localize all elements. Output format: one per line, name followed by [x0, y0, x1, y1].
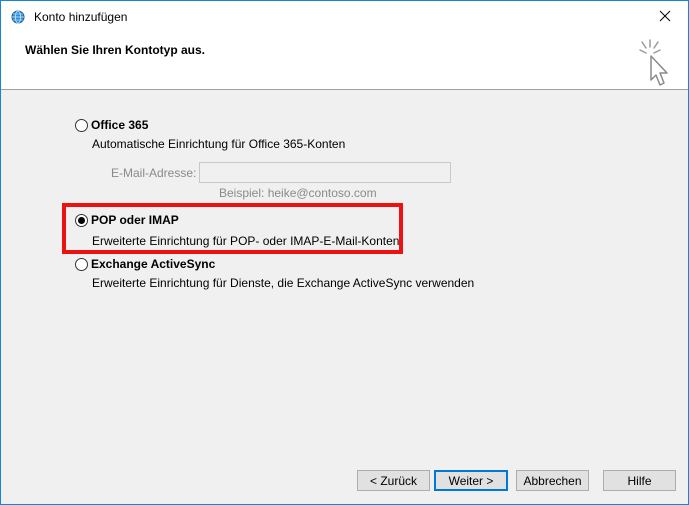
globe-icon	[11, 10, 25, 24]
page-title: Wählen Sie Ihren Kontotyp aus.	[25, 43, 206, 57]
email-example: Beispiel: heike@contoso.com	[219, 186, 377, 200]
option-pop-imap-label[interactable]: POP oder IMAP	[91, 213, 179, 227]
cancel-button[interactable]: Abbrechen	[516, 470, 589, 491]
option-office-365-description: Automatische Einrichtung für Office 365-…	[92, 137, 346, 151]
radio-exchange-activesync[interactable]	[75, 258, 88, 271]
next-button[interactable]: Weiter >	[434, 470, 508, 491]
dialog-window: Konto hinzufügen Wählen Sie Ihren Kontot…	[0, 0, 689, 505]
email-label: E-Mail-Adresse:	[111, 166, 197, 180]
option-office-365-label[interactable]: Office 365	[91, 118, 148, 132]
option-exchange-activesync-description: Erweiterte Einrichtung für Dienste, die …	[92, 276, 475, 290]
wizard-cursor-icon	[634, 38, 674, 88]
close-button[interactable]	[642, 1, 688, 33]
option-pop-imap-description: Erweiterte Einrichtung für POP- oder IMA…	[92, 234, 400, 248]
radio-office-365[interactable]	[75, 119, 88, 132]
wizard-header: Wählen Sie Ihren Kontotyp aus.	[1, 33, 688, 90]
close-icon	[659, 10, 671, 25]
radio-pop-imap[interactable]	[75, 214, 88, 227]
window-title: Konto hinzufügen	[34, 10, 128, 24]
back-button[interactable]: < Zurück	[357, 470, 430, 491]
option-exchange-activesync-label[interactable]: Exchange ActiveSync	[91, 257, 215, 271]
help-button[interactable]: Hilfe	[603, 470, 676, 491]
email-field[interactable]	[199, 162, 451, 183]
title-bar: Konto hinzufügen	[1, 1, 688, 33]
